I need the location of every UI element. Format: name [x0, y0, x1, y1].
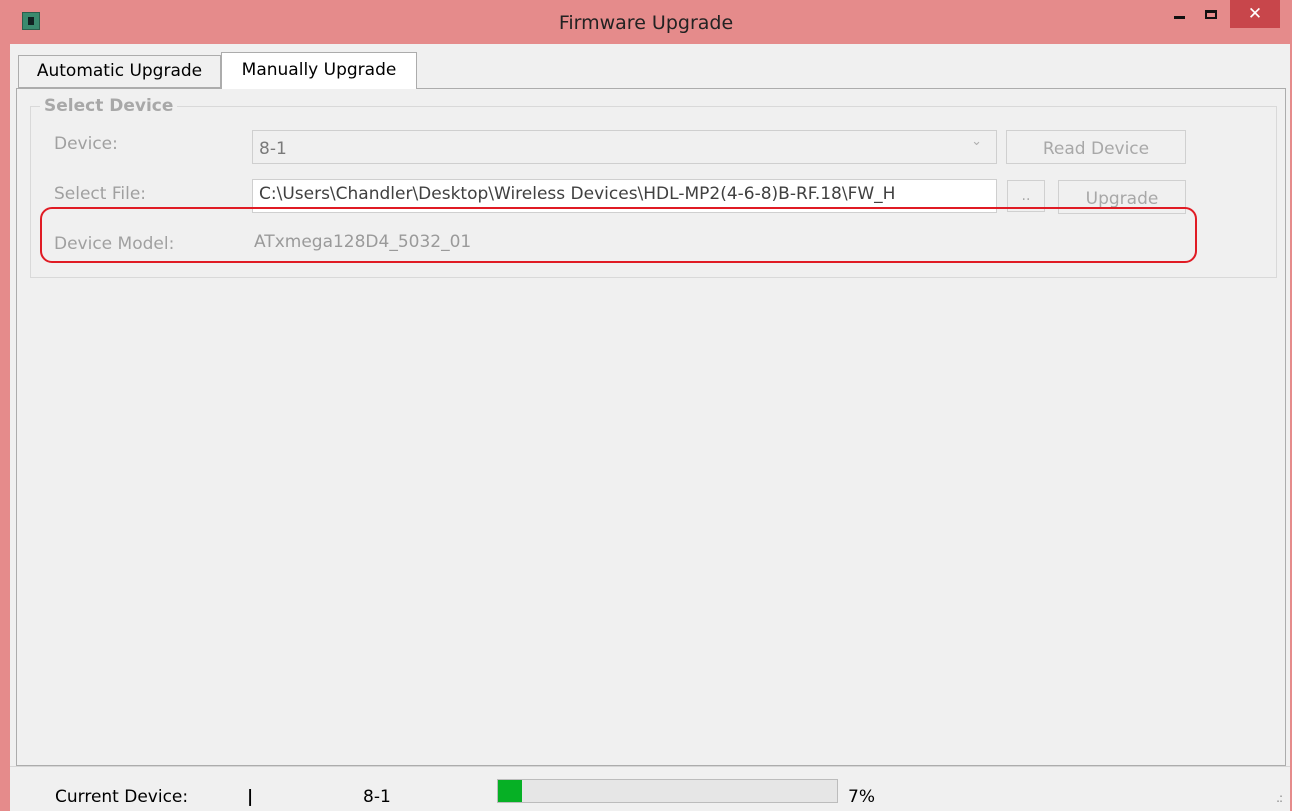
- progress-percent: 7%: [848, 787, 875, 807]
- status-separator: |: [247, 787, 254, 807]
- window-title: Firmware Upgrade: [558, 12, 734, 34]
- close-button[interactable]: ✕: [1230, 0, 1280, 28]
- select-device-group-title: Select Device: [40, 96, 178, 116]
- minimize-icon: [1173, 15, 1185, 19]
- current-device-value: 8-1: [363, 787, 391, 807]
- client-area: Automatic Upgrade Manually Upgrade Selec…: [10, 44, 1290, 766]
- device-model-label: Device Model:: [54, 234, 175, 254]
- tab-automatic-upgrade[interactable]: Automatic Upgrade: [18, 55, 221, 88]
- current-device-label: Current Device:: [55, 787, 189, 807]
- chevron-down-icon[interactable]: ⌄: [971, 134, 982, 149]
- progress-fill: [498, 780, 522, 802]
- status-bar: Current Device: | 8-1 7% .:: [10, 766, 1290, 811]
- browse-button[interactable]: ..: [1007, 180, 1045, 212]
- tab-manually-upgrade[interactable]: Manually Upgrade: [221, 52, 417, 89]
- device-dropdown-value: 8-1: [259, 139, 287, 159]
- close-icon: ✕: [1247, 4, 1263, 24]
- minimize-button[interactable]: [1162, 0, 1196, 28]
- maximize-button[interactable]: [1196, 0, 1226, 28]
- device-label: Device:: [54, 134, 118, 154]
- upgrade-button[interactable]: Upgrade: [1058, 180, 1186, 214]
- device-dropdown[interactable]: 8-1 ⌄: [252, 130, 997, 164]
- maximize-icon: [1205, 9, 1217, 19]
- device-model-value: ATxmega128D4_5032_01: [254, 232, 472, 252]
- upgrade-progress-bar: [497, 779, 838, 803]
- file-path-input[interactable]: C:\Users\Chandler\Desktop\Wireless Devic…: [252, 179, 997, 213]
- select-file-label: Select File:: [54, 184, 147, 204]
- title-bar: Firmware Upgrade ✕: [0, 0, 1292, 44]
- resize-grip-icon[interactable]: .:: [1276, 791, 1283, 805]
- read-device-button[interactable]: Read Device: [1006, 130, 1186, 164]
